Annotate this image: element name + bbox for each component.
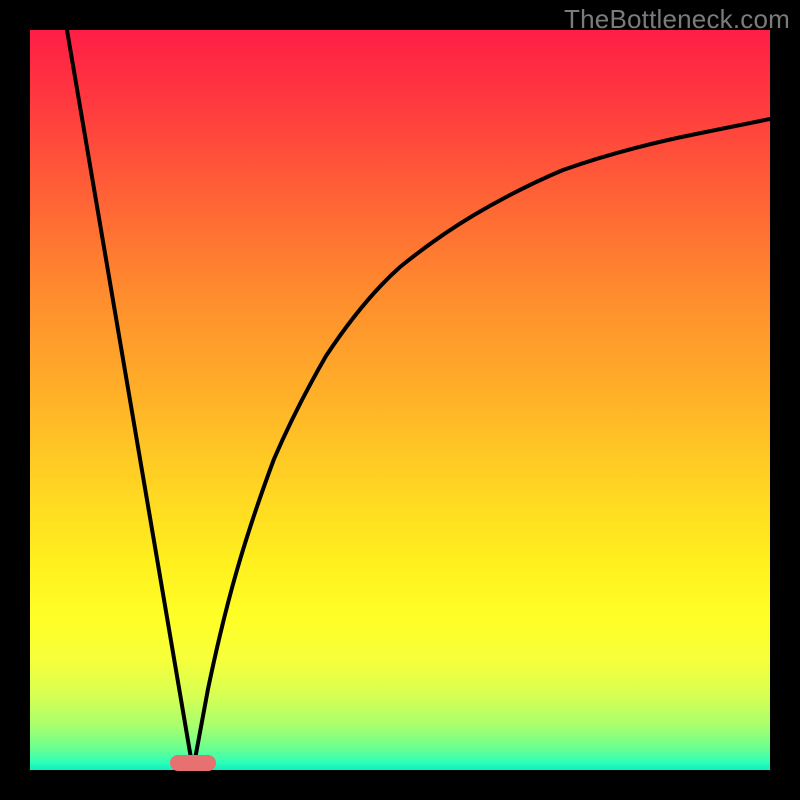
bottleneck-marker [170, 755, 216, 771]
curve-layer [30, 30, 770, 770]
plot-area [30, 30, 770, 770]
chart-frame: TheBottleneck.com [0, 0, 800, 800]
curve-left [67, 30, 193, 770]
curve-right [193, 119, 770, 770]
